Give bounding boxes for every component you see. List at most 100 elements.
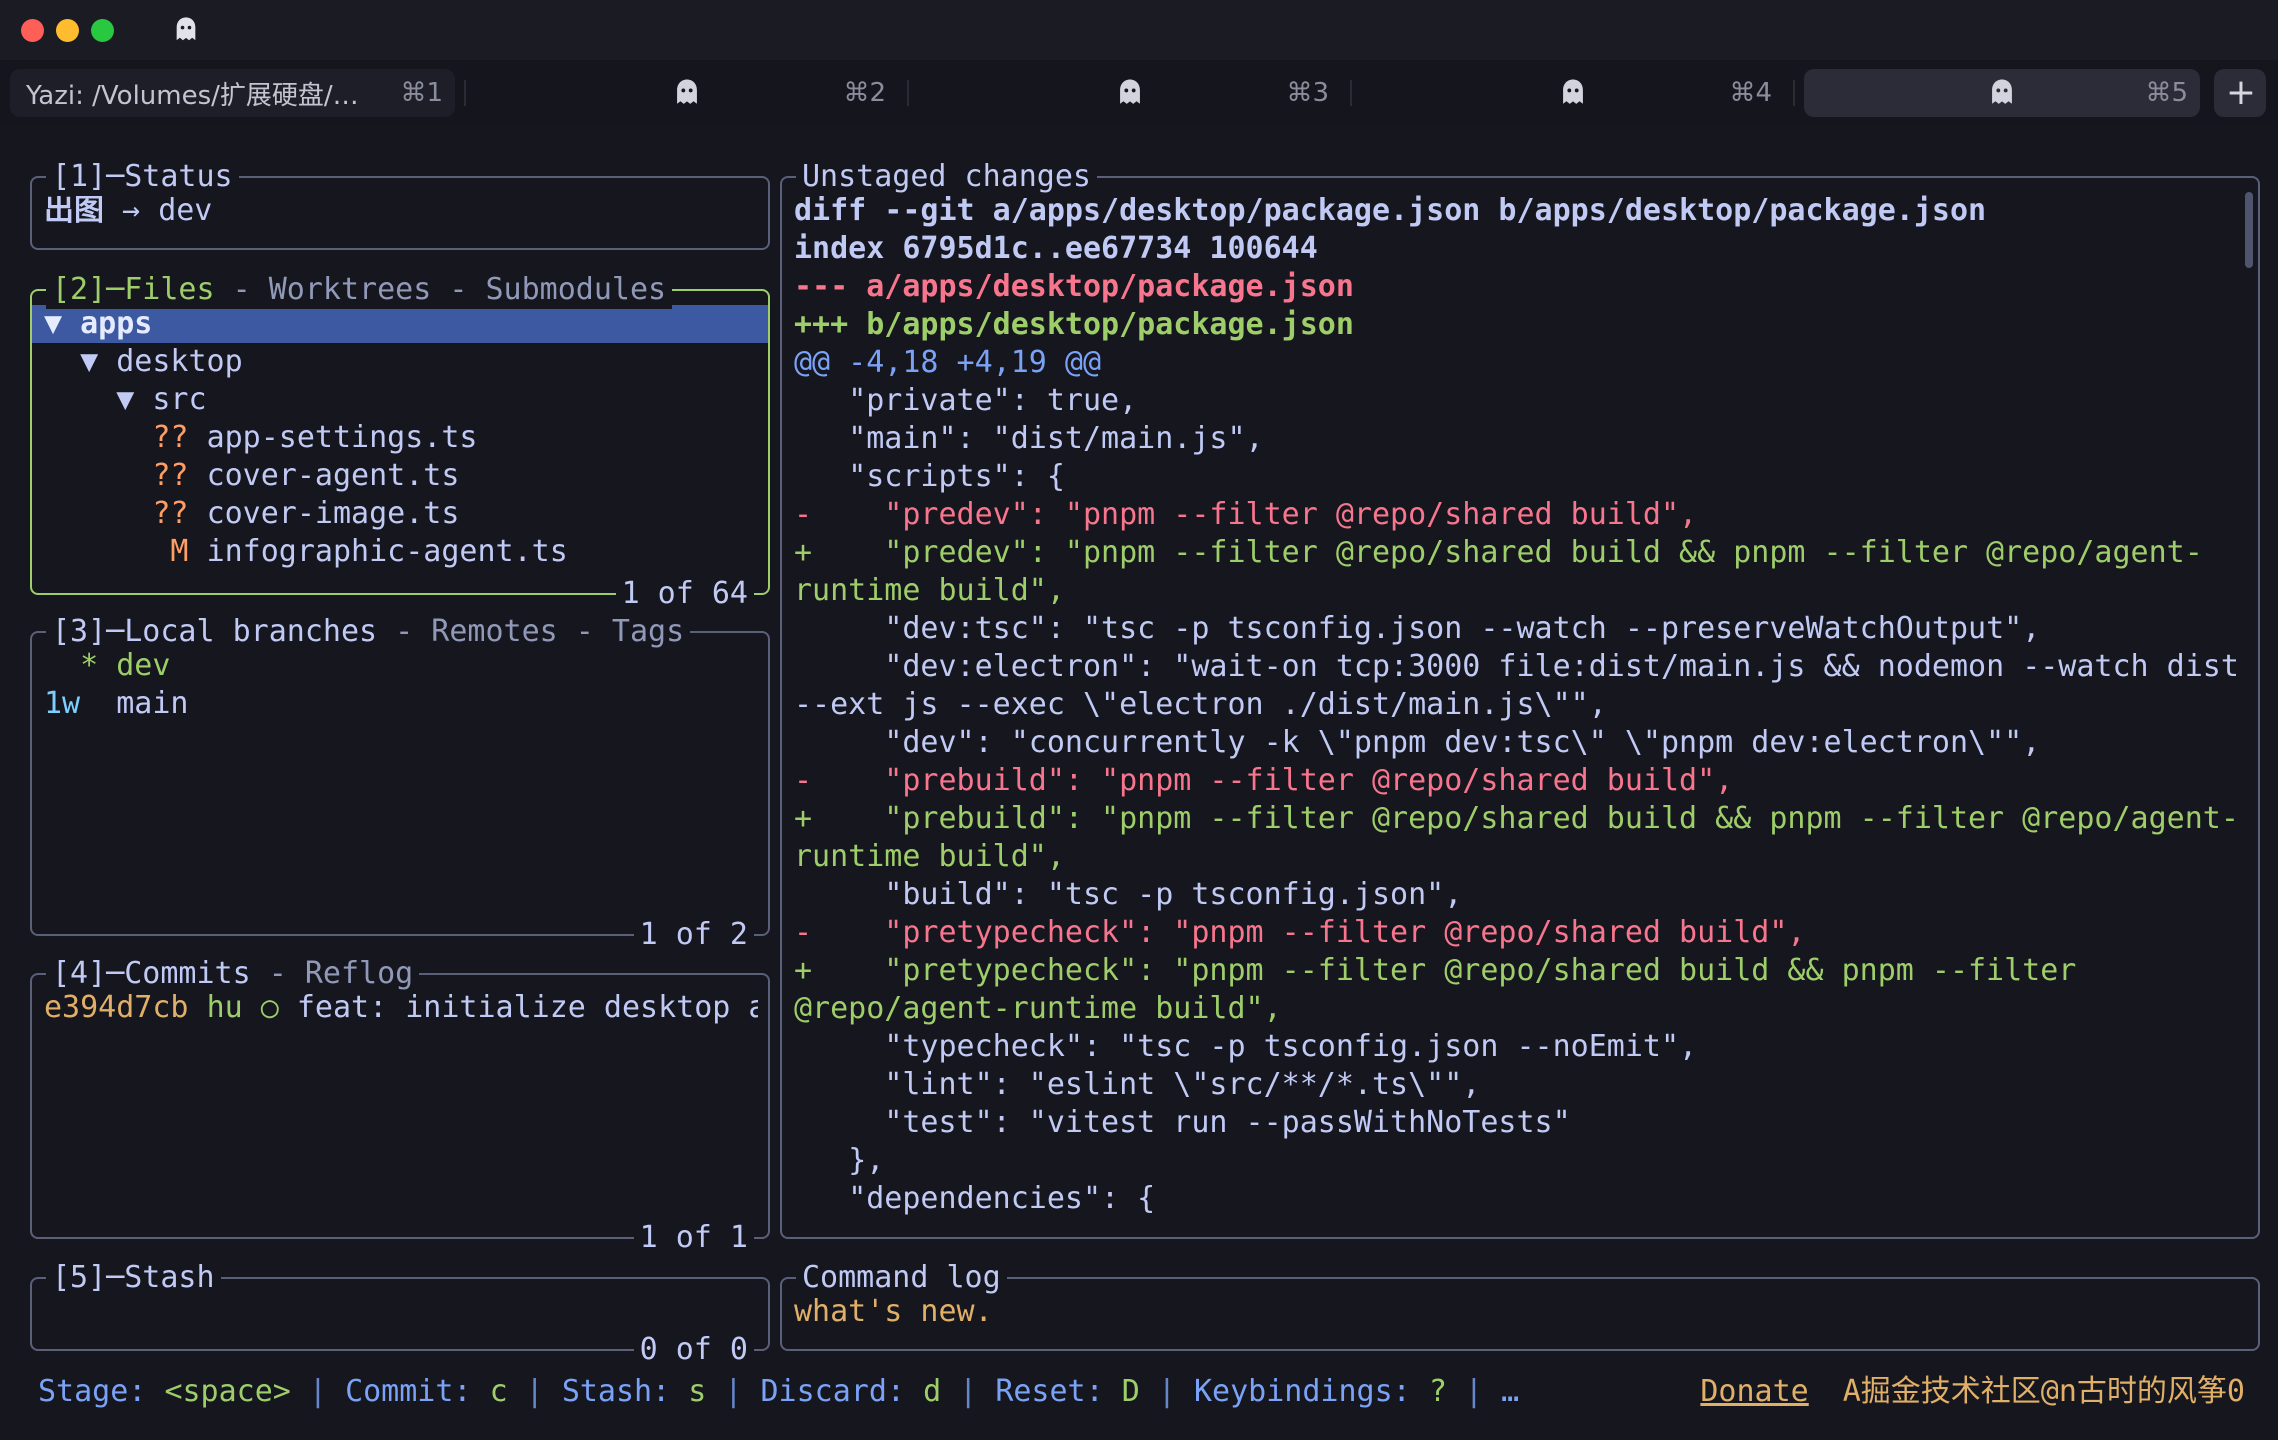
dir-name: desktop bbox=[116, 344, 242, 379]
branch-name: dev bbox=[116, 648, 170, 683]
panel-files[interactable]: [2]─Files - Worktrees - Submodules ▼ app… bbox=[30, 289, 770, 595]
branch-row[interactable]: * dev bbox=[44, 647, 758, 685]
diff-line: - "pretypecheck": "pnpm --filter @repo/s… bbox=[794, 914, 2244, 952]
plus-icon: + bbox=[2226, 75, 2256, 111]
file-row[interactable]: ▼ src bbox=[32, 381, 768, 419]
file-status-mark: ?? bbox=[152, 496, 206, 531]
keybinding-hint-label: Stage: bbox=[38, 1374, 164, 1409]
ghost-icon bbox=[670, 76, 704, 110]
ghost-icon bbox=[1556, 76, 1590, 110]
scrollbar[interactable] bbox=[2245, 192, 2253, 268]
diff-line: "typecheck": "tsc -p tsconfig.json --noE… bbox=[794, 1028, 2244, 1066]
indent bbox=[44, 648, 80, 683]
separator: | bbox=[706, 1374, 760, 1409]
diff-line: diff --git a/apps/desktop/package.json b… bbox=[794, 192, 2244, 230]
diff-line: + "predev": "pnpm --filter @repo/shared … bbox=[794, 534, 2244, 610]
panel-branches[interactable]: [3]─Local branches - Remotes - Tags * de… bbox=[30, 631, 770, 936]
expand-arrow-icon: ▼ bbox=[116, 382, 152, 417]
panel-title: [3]─Local branches - Remotes - Tags bbox=[46, 613, 690, 651]
tab-1[interactable]: Yazi: /Volumes/扩展硬盘/出图 ⌘1 bbox=[0, 60, 465, 126]
panel-title: Command log bbox=[796, 1259, 1007, 1297]
file-row[interactable]: ?? cover-image.ts bbox=[32, 495, 768, 533]
file-name: cover-agent.ts bbox=[207, 458, 460, 493]
panel-unstaged-changes[interactable]: Unstaged changes diff --git a/apps/deskt… bbox=[780, 176, 2260, 1239]
commit-graph-icon: ○ bbox=[261, 990, 279, 1025]
diff-line: + "prebuild": "pnpm --filter @repo/share… bbox=[794, 800, 2244, 876]
indent bbox=[44, 534, 152, 569]
diff-line: "build": "tsc -p tsconfig.json", bbox=[794, 876, 2244, 914]
panel-title: [4]─Commits - Reflog bbox=[46, 955, 419, 993]
tab-bar: Yazi: /Volumes/扩展硬盘/出图 ⌘1 ⌘2 ⌘3 ⌘4 ⌘5 + bbox=[0, 60, 2278, 126]
tab-3[interactable]: ⌘3 bbox=[908, 60, 1351, 126]
separator: | bbox=[508, 1374, 562, 1409]
bottom-bar: Stage: <space> | Commit: c | Stash: s | … bbox=[0, 1373, 2278, 1411]
branch-age: 1w bbox=[44, 686, 116, 721]
keybinding-hint-label: Keybindings: bbox=[1194, 1374, 1429, 1409]
keybinding-hint-key: D bbox=[1122, 1374, 1140, 1409]
watermark-text: A掘金技术社区@n古时的风筝0 bbox=[1843, 1373, 2245, 1411]
separator: | bbox=[1447, 1374, 1501, 1409]
diff-line: @@ -4,18 +4,19 @@ bbox=[794, 344, 2244, 382]
indent bbox=[44, 382, 116, 417]
file-name: cover-image.ts bbox=[207, 496, 460, 531]
file-name: app-settings.ts bbox=[207, 420, 478, 455]
file-name: infographic-agent.ts bbox=[207, 534, 568, 569]
lazygit-screen: [1]─Status 出图 → dev [2]─Files - Worktree… bbox=[0, 126, 2278, 1440]
diff-line: - "prebuild": "pnpm --filter @repo/share… bbox=[794, 762, 2244, 800]
new-tab-button[interactable]: + bbox=[2212, 60, 2270, 126]
diff-line: +++ b/apps/desktop/package.json bbox=[794, 306, 2244, 344]
commit-message: feat: initialize desktop a bbox=[297, 990, 758, 1025]
close-button[interactable] bbox=[21, 19, 44, 42]
file-row[interactable]: ?? cover-agent.ts bbox=[32, 457, 768, 495]
list-position: 1 of 1 bbox=[634, 1219, 754, 1257]
diff-line: --- a/apps/desktop/package.json bbox=[794, 268, 2244, 306]
diff-line: - "predev": "pnpm --filter @repo/shared … bbox=[794, 496, 2244, 534]
tab-shortcut: ⌘2 bbox=[843, 78, 886, 108]
file-status-mark: M bbox=[152, 534, 206, 569]
panel-title: [1]─Status bbox=[46, 158, 239, 196]
tab-shortcut: ⌘4 bbox=[1729, 78, 1772, 108]
tab-2[interactable]: ⌘2 bbox=[465, 60, 908, 126]
diff-line: "main": "dist/main.js", bbox=[794, 420, 2244, 458]
diff-line: "scripts": { bbox=[794, 458, 2244, 496]
file-row[interactable]: ?? app-settings.ts bbox=[32, 419, 768, 457]
diff-line: }, bbox=[794, 1142, 2244, 1180]
app-ghost-icon bbox=[170, 14, 202, 46]
panel-command-log[interactable]: Command log what's new. bbox=[780, 1277, 2260, 1351]
file-row[interactable]: ▼ desktop bbox=[32, 343, 768, 381]
panel-status[interactable]: [1]─Status 出图 → dev bbox=[30, 176, 770, 250]
panel-title: Unstaged changes bbox=[796, 158, 1097, 196]
commit-row[interactable]: e394d7cb hu ○ feat: initialize desktop a bbox=[44, 989, 758, 1027]
minimize-button[interactable] bbox=[56, 19, 79, 42]
diff-line: "dev:tsc": "tsc -p tsconfig.json --watch… bbox=[794, 610, 2244, 648]
panel-stash[interactable]: [5]─Stash 0 of 0 bbox=[30, 1277, 770, 1351]
tab-4[interactable]: ⌘4 bbox=[1351, 60, 1794, 126]
terminal-window: Yazi: /Volumes/扩展硬盘/出图 ⌘1 ⌘2 ⌘3 ⌘4 ⌘5 + bbox=[0, 0, 2278, 1440]
keybinding-hint-label: Commit: bbox=[345, 1374, 490, 1409]
status-line: 出图 → dev bbox=[44, 192, 758, 230]
repo-name: 出图 bbox=[44, 193, 104, 228]
diff-line: "dev:electron": "wait-on tcp:3000 file:d… bbox=[794, 648, 2244, 724]
file-status-mark: ?? bbox=[152, 420, 206, 455]
expand-arrow-icon: ▼ bbox=[44, 306, 80, 341]
command-log-line: what's new. bbox=[794, 1293, 2248, 1331]
file-row[interactable]: M infographic-agent.ts bbox=[32, 533, 768, 571]
panel-commits[interactable]: [4]─Commits - Reflog e394d7cb hu ○ feat:… bbox=[30, 973, 770, 1239]
indent bbox=[44, 458, 152, 493]
file-row-selected[interactable]: ▼ apps bbox=[32, 305, 768, 343]
current-branch: dev bbox=[158, 193, 212, 228]
tab-5-active[interactable]: ⌘5 bbox=[1794, 60, 2210, 126]
arrow-icon: → bbox=[104, 193, 158, 228]
expand-arrow-icon: ▼ bbox=[80, 344, 116, 379]
indent bbox=[44, 344, 80, 379]
zoom-button[interactable] bbox=[91, 19, 114, 42]
commit-sha: e394d7cb bbox=[44, 990, 189, 1025]
list-position: 1 of 64 bbox=[616, 575, 754, 613]
donate-link[interactable]: Donate bbox=[1700, 1373, 1808, 1411]
branch-row[interactable]: 1w main bbox=[44, 685, 758, 723]
keybinding-hint-label: Reset: bbox=[995, 1374, 1121, 1409]
list-position: 1 of 2 bbox=[634, 916, 754, 954]
panel-title: [5]─Stash bbox=[46, 1259, 221, 1297]
tab-shortcut: ⌘5 bbox=[2145, 78, 2188, 108]
dir-name: apps bbox=[80, 306, 152, 341]
